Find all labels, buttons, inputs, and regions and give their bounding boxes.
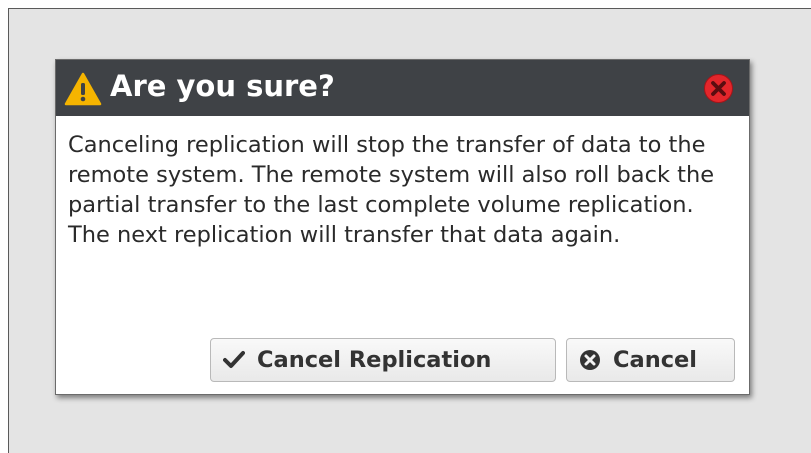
dialog-titlebar: Are you sure? bbox=[56, 60, 749, 116]
dialog-title: Are you sure? bbox=[110, 69, 335, 103]
warning-icon bbox=[64, 72, 102, 106]
cancel-replication-label: Cancel Replication bbox=[257, 347, 492, 373]
checkmark-icon bbox=[223, 351, 245, 368]
cancel-label: Cancel bbox=[613, 347, 698, 373]
confirm-dialog: Are you sure? Canceling replication will… bbox=[55, 59, 750, 395]
close-icon[interactable] bbox=[702, 72, 735, 105]
cancel-replication-button[interactable]: Cancel Replication bbox=[210, 338, 556, 382]
dialog-message: Canceling replication will stop the tran… bbox=[68, 132, 715, 248]
cancel-circle-icon bbox=[580, 350, 600, 370]
cancel-button[interactable]: Cancel bbox=[566, 338, 735, 382]
